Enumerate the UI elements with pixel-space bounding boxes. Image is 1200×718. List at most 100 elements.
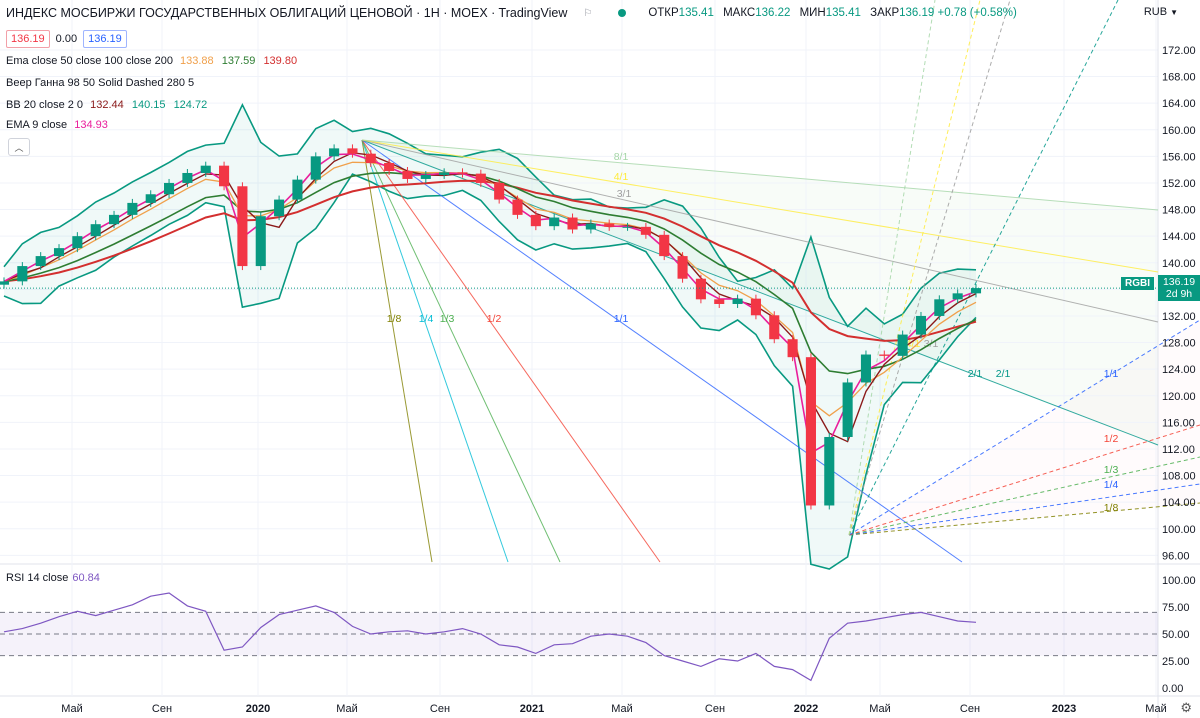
indicator-ema9-row[interactable]: EMA 9 close 134.93 bbox=[6, 119, 113, 131]
candle-body bbox=[292, 179, 303, 200]
candle-body bbox=[200, 165, 211, 173]
rsi-tick-label: 100.00 bbox=[1162, 575, 1196, 587]
time-tick-label: Май bbox=[1145, 703, 1167, 715]
candle-body bbox=[0, 281, 10, 285]
candle-body bbox=[90, 224, 101, 237]
candle-body bbox=[475, 173, 486, 183]
candle-body bbox=[127, 202, 138, 215]
candle-body bbox=[219, 165, 230, 187]
candle-body bbox=[164, 182, 175, 195]
candle-body bbox=[365, 153, 376, 163]
candle-body bbox=[824, 436, 835, 506]
time-tick-label: Сен bbox=[960, 703, 980, 715]
candle-body bbox=[384, 163, 395, 171]
rsi-tick-label: 50.00 bbox=[1162, 629, 1190, 641]
price-tick-label: 96.00 bbox=[1162, 550, 1190, 562]
price-tick-label: 108.00 bbox=[1162, 471, 1196, 483]
price-tick-label: 172.00 bbox=[1162, 45, 1196, 57]
candle-body bbox=[108, 214, 120, 225]
rsi-tick-label: 25.00 bbox=[1162, 656, 1190, 668]
price-tick-label: 128.00 bbox=[1162, 338, 1196, 350]
time-tick-label: 2020 bbox=[246, 703, 270, 715]
last-price-label: 136.19 2d 9h bbox=[1158, 275, 1200, 301]
indicator-gann-row[interactable]: Веер Ганна 98 50 Solid Dashed 280 5 bbox=[6, 77, 198, 89]
price-tick-label: 124.00 bbox=[1162, 364, 1196, 376]
candle-body bbox=[72, 236, 83, 249]
time-tick-label: Май bbox=[61, 703, 83, 715]
currency-selector[interactable]: RUB ▼ bbox=[1144, 6, 1178, 18]
price-tick-label: 120.00 bbox=[1162, 391, 1196, 403]
candle-body bbox=[329, 148, 340, 157]
candle-body bbox=[842, 382, 853, 437]
candle-body bbox=[310, 156, 321, 180]
time-tick-label: Сен bbox=[152, 703, 172, 715]
candle-body bbox=[622, 226, 633, 228]
gann-fan-label: 1/3 bbox=[440, 313, 455, 325]
price-tick-label: 152.00 bbox=[1162, 178, 1196, 190]
candle-body bbox=[402, 170, 413, 179]
indicator-ema-row[interactable]: Ema close 50 close 100 close 200 133.88 … bbox=[6, 55, 302, 67]
gear-icon[interactable]: ⚙ bbox=[1180, 700, 1192, 716]
candle-body bbox=[915, 315, 927, 335]
gann-fan-label: 2/1 bbox=[996, 368, 1011, 380]
price-tick-label: 160.00 bbox=[1162, 125, 1196, 137]
candle-body bbox=[750, 298, 761, 316]
rsi-legend[interactable]: RSI 14 close 60.84 bbox=[6, 572, 100, 584]
symbol-title[interactable]: ИНДЕКС МОСБИРЖИ ГОСУДАРСТВЕННЫХ ОБЛИГАЦИ… bbox=[6, 6, 567, 20]
time-tick-label: Май bbox=[336, 703, 358, 715]
time-tick-label: Сен bbox=[430, 703, 450, 715]
candle-body bbox=[512, 199, 523, 215]
candle-body bbox=[805, 357, 816, 506]
flag-icon[interactable]: ⚐ bbox=[583, 8, 592, 19]
time-tick-label: Май bbox=[869, 703, 891, 715]
candle-body bbox=[237, 186, 248, 267]
collapse-indicators-button[interactable]: ︿ bbox=[8, 138, 30, 156]
candle-body bbox=[714, 299, 725, 304]
time-tick-label: Сен bbox=[705, 703, 725, 715]
candle-body bbox=[420, 174, 431, 179]
candle-body bbox=[274, 199, 285, 217]
candle-body bbox=[457, 172, 468, 174]
chart-header: ИНДЕКС МОСБИРЖИ ГОСУДАРСТВЕННЫХ ОБЛИГАЦИ… bbox=[6, 6, 1023, 20]
price-tick-label: 100.00 bbox=[1162, 524, 1196, 536]
candle-body bbox=[787, 339, 798, 358]
gann-fan-label: 3/1 bbox=[617, 188, 632, 200]
gann-fan2-label: 1/4 bbox=[1104, 479, 1119, 491]
price-tick-label: 168.00 bbox=[1162, 72, 1196, 84]
price-tick-label: 156.00 bbox=[1162, 151, 1196, 163]
candle-body bbox=[494, 182, 505, 200]
ask-price[interactable]: 136.19 bbox=[83, 30, 127, 48]
time-tick-label: 2023 bbox=[1052, 703, 1076, 715]
price-axis: 172.00 168.00 164.00 160.00 156.00 152.00 148.… bbox=[1162, 45, 1196, 695]
candle-body bbox=[677, 256, 688, 279]
market-status-icon bbox=[618, 9, 627, 17]
time-axis: Май Сен 2020 Май Сен 2021 Май Сен 2022 Май Сен 2023… bbox=[61, 703, 1167, 715]
candle-body bbox=[53, 248, 65, 257]
gann-fan2-label: 2/1 bbox=[968, 368, 983, 380]
bid-price[interactable]: 136.19 bbox=[6, 30, 50, 48]
candle-body bbox=[17, 266, 28, 282]
price-tick-label: 148.00 bbox=[1162, 205, 1196, 217]
candle-body bbox=[934, 299, 945, 316]
quote-box: 136.19 0.00 136.19 bbox=[6, 30, 127, 48]
time-tick-label: 2022 bbox=[794, 703, 818, 715]
gann-fan-label: 8/1 bbox=[614, 151, 629, 163]
spread-value: 0.00 bbox=[55, 33, 78, 45]
price-tick-label: 164.00 bbox=[1162, 98, 1196, 110]
candle-body bbox=[549, 217, 560, 227]
gann-fan2-label: 1/8 bbox=[1104, 502, 1119, 514]
gann-fan-label: 1/8 bbox=[387, 313, 402, 325]
candle-body bbox=[952, 293, 963, 300]
candle-body bbox=[604, 223, 615, 227]
indicator-bb-row[interactable]: BB 20 close 2 0 132.44 140.15 124.72 bbox=[6, 99, 212, 111]
candle-body bbox=[769, 315, 780, 340]
candle-body bbox=[35, 256, 46, 267]
candle-body bbox=[439, 172, 450, 175]
candle-body bbox=[659, 234, 670, 257]
symbol-price-tag: RGBI bbox=[1121, 277, 1154, 290]
time-tick-label: 2021 bbox=[520, 703, 544, 715]
gann-fan2-label: 1/3 bbox=[1104, 464, 1119, 476]
candle-body bbox=[970, 288, 982, 294]
candle-body bbox=[567, 217, 578, 230]
candle-body bbox=[732, 298, 743, 304]
